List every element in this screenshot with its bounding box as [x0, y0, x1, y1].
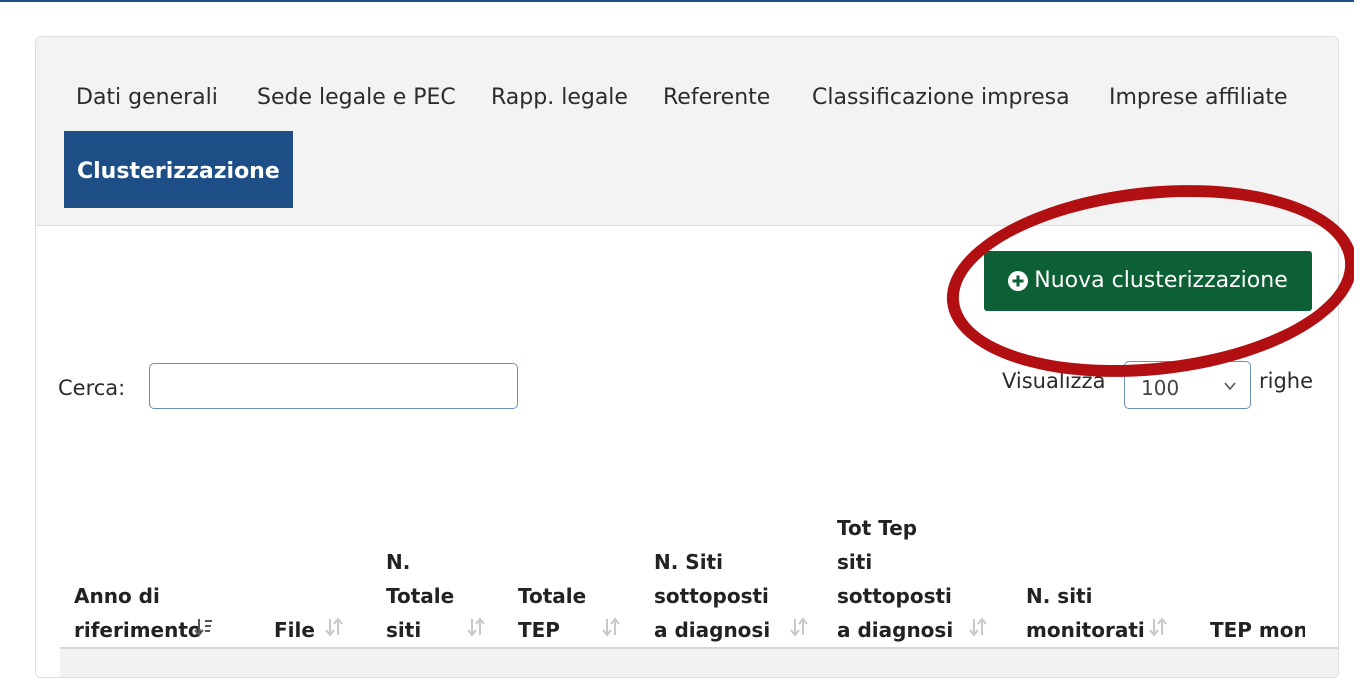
col-tot-tep-siti-diagnosi[interactable]: Tot Tep siti sottoposti a diagnosi [837, 511, 957, 647]
sort-icon[interactable] [601, 616, 621, 638]
sort-icon[interactable] [466, 616, 486, 638]
content-card: Dati generali Sede legale e PEC Rapp. le… [35, 36, 1339, 678]
col-siti-monitorati[interactable]: N. siti monitorati [1026, 579, 1146, 647]
col-tep-monitorati[interactable]: TEP monitorati [1210, 613, 1305, 647]
sort-icon[interactable] [1148, 616, 1168, 638]
col-totale-tep[interactable]: Totale TEP [518, 579, 598, 647]
sort-icon[interactable] [968, 616, 988, 638]
table-header: Anno di riferimento File N. Totale siti … [36, 37, 1338, 647]
sort-icon[interactable] [789, 616, 809, 638]
col-totale-siti[interactable]: N. Totale siti [386, 545, 466, 647]
col-siti-sottoposti-diagnosi[interactable]: N. Siti sottoposti a diagnosi [654, 545, 774, 647]
top-border [0, 0, 1354, 2]
sort-desc-icon[interactable] [193, 616, 213, 638]
table-row [60, 649, 1338, 677]
sort-icon[interactable] [324, 616, 344, 638]
